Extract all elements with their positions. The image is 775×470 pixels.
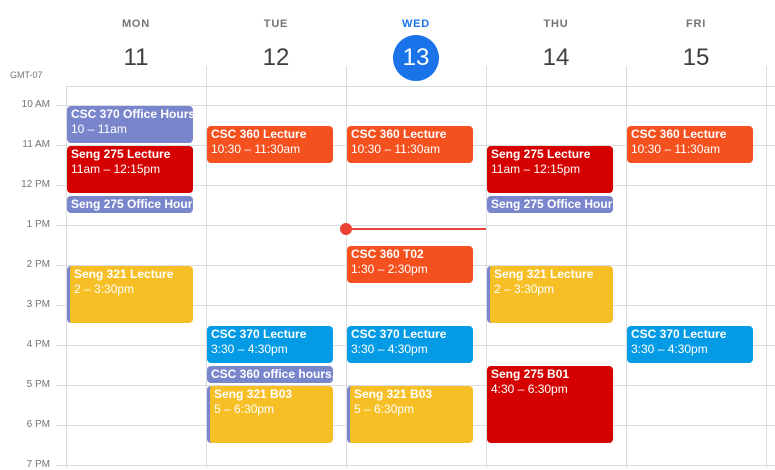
event-title: CSC 370 Lecture xyxy=(631,327,727,341)
current-time-dot xyxy=(340,223,352,235)
event-time: 3:30 – 4:30pm xyxy=(351,342,428,356)
event-title: Seng 275 Office Hours xyxy=(491,197,613,211)
hour-label: 4 PM xyxy=(26,339,50,350)
calendar-event[interactable]: Seng 275 B01 4:30 – 6:30pm xyxy=(487,366,613,443)
day-number[interactable]: 15 xyxy=(673,35,719,81)
day-of-week: TUE xyxy=(263,18,289,30)
hour-gridline xyxy=(56,465,775,466)
event-time: 10 – 11am xyxy=(71,122,127,136)
day-header-thu[interactable]: THU 14 xyxy=(486,0,626,86)
hour-gridline xyxy=(56,225,775,226)
event-title: Seng 321 B03 xyxy=(214,387,293,401)
event-title: Seng 275 Office Hours xyxy=(71,197,193,211)
day-of-week: FRI xyxy=(685,18,707,30)
calendar-event[interactable]: Seng 275 Lecture 11am – 12:15pm xyxy=(67,146,193,193)
event-title: CSC 360 T02 xyxy=(351,247,424,261)
event-time: 5 – 6:30pm xyxy=(214,402,275,416)
calendar-event[interactable]: Seng 321 B03 5 – 6:30pm xyxy=(207,386,333,443)
timezone-label: GMT-07 xyxy=(10,70,43,80)
event-time: 10:30 – 11:30am xyxy=(211,142,301,156)
calendar-event[interactable]: Seng 321 Lecture 2 – 3:30pm xyxy=(67,266,193,323)
hour-label: 10 AM xyxy=(21,99,50,110)
day-column-divider xyxy=(766,66,767,468)
event-time: 4:30 – 6:30pm xyxy=(491,382,568,396)
event-time: 2 – 3:30pm xyxy=(74,282,135,296)
day-number[interactable]: 11 xyxy=(113,35,159,81)
hour-label: 12 PM xyxy=(21,179,50,190)
event-title: CSC 370 Lecture xyxy=(351,327,447,341)
hour-label: 7 PM xyxy=(26,459,50,470)
calendar-event[interactable]: CSC 370 Office Hours 10 – 11am xyxy=(67,106,193,143)
event-title: Seng 321 Lecture xyxy=(74,267,174,281)
day-number[interactable]: 13 xyxy=(393,35,439,81)
day-header-fri[interactable]: FRI 15 xyxy=(626,0,766,86)
hour-label: 3 PM xyxy=(26,299,50,310)
hour-label: 2 PM xyxy=(26,259,50,270)
event-time: 5 – 6:30pm xyxy=(354,402,415,416)
event-time: 3:30 – 4:30pm xyxy=(211,342,288,356)
calendar-event[interactable]: CSC 360 Lecture 10:30 – 11:30am xyxy=(627,126,753,163)
event-title: CSC 360 Lecture xyxy=(351,127,447,141)
calendar-event[interactable]: CSC 370 Lecture 3:30 – 4:30pm xyxy=(627,326,753,363)
hour-label: 5 PM xyxy=(26,379,50,390)
event-title: CSC 360 Lecture xyxy=(211,127,307,141)
event-time: 11am – 12:15pm xyxy=(71,162,161,176)
event-time: 11am – 12:15pm xyxy=(491,162,581,176)
event-title: Seng 321 B03 xyxy=(354,387,433,401)
day-header-mon[interactable]: MON 11 xyxy=(66,0,206,86)
day-number[interactable]: 12 xyxy=(253,35,299,81)
day-of-week: WED xyxy=(401,18,431,30)
day-column-divider xyxy=(626,66,627,468)
event-title: CSC 370 Office Hours xyxy=(71,107,193,121)
event-title: Seng 275 Lecture xyxy=(71,147,171,161)
hour-label: 11 AM xyxy=(22,139,50,150)
hour-label: 6 PM xyxy=(26,419,50,430)
event-title: CSC 360 Lecture xyxy=(631,127,727,141)
calendar-event[interactable]: Seng 275 Office Hours xyxy=(67,196,193,213)
calendar-event[interactable]: CSC 360 office hours, xyxy=(207,366,333,383)
day-header-tue[interactable]: TUE 12 xyxy=(206,0,346,86)
day-header-wed[interactable]: WED 13 xyxy=(346,0,486,86)
day-of-week: THU xyxy=(543,18,569,30)
hour-label: 1 PM xyxy=(26,219,50,230)
event-title: CSC 370 Lecture xyxy=(211,327,307,341)
calendar-event[interactable]: Seng 275 Office Hours xyxy=(487,196,613,213)
current-time-line xyxy=(346,228,486,230)
event-title: Seng 275 Lecture xyxy=(491,147,591,161)
calendar-event[interactable]: CSC 360 T02 1:30 – 2:30pm xyxy=(347,246,473,283)
event-time: 10:30 – 11:30am xyxy=(631,142,721,156)
header-separator xyxy=(66,86,775,87)
day-of-week: MON xyxy=(121,18,151,30)
event-time: 2 – 3:30pm xyxy=(494,282,555,296)
event-title: CSC 360 office hours, xyxy=(211,367,333,381)
calendar-event[interactable]: CSC 370 Lecture 3:30 – 4:30pm xyxy=(207,326,333,363)
event-time: 3:30 – 4:30pm xyxy=(631,342,708,356)
event-title: Seng 321 Lecture xyxy=(494,267,594,281)
calendar-event[interactable]: CSC 370 Lecture 3:30 – 4:30pm xyxy=(347,326,473,363)
day-number[interactable]: 14 xyxy=(533,35,579,81)
calendar-week-view: GMT-07 MON 11 TUE 12 WED 13 THU 14 FRI 15 10 AM 11 … xyxy=(0,0,775,470)
calendar-event[interactable]: CSC 360 Lecture 10:30 – 11:30am xyxy=(207,126,333,163)
calendar-event[interactable]: Seng 321 B03 5 – 6:30pm xyxy=(347,386,473,443)
event-time: 1:30 – 2:30pm xyxy=(351,262,428,276)
calendar-event[interactable]: Seng 275 Lecture 11am – 12:15pm xyxy=(487,146,613,193)
calendar-event[interactable]: Seng 321 Lecture 2 – 3:30pm xyxy=(487,266,613,323)
event-time: 10:30 – 11:30am xyxy=(351,142,441,156)
event-title: Seng 275 B01 xyxy=(491,367,570,381)
calendar-event[interactable]: CSC 360 Lecture 10:30 – 11:30am xyxy=(347,126,473,163)
